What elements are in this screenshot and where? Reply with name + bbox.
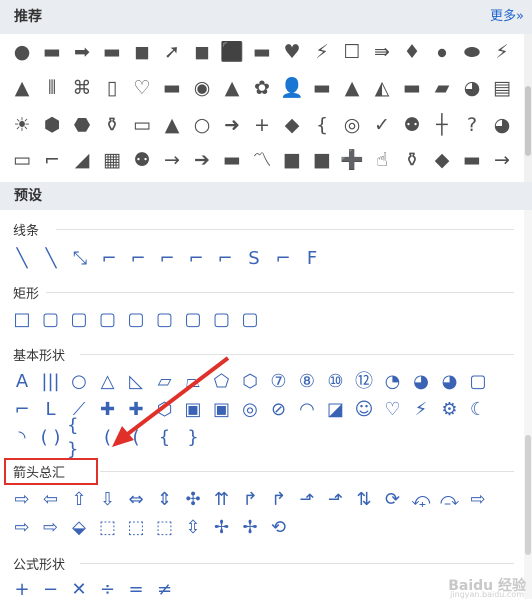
annotation-arrow-icon [112, 356, 230, 447]
watermark-url: jingyan.baidu.com [450, 590, 524, 599]
